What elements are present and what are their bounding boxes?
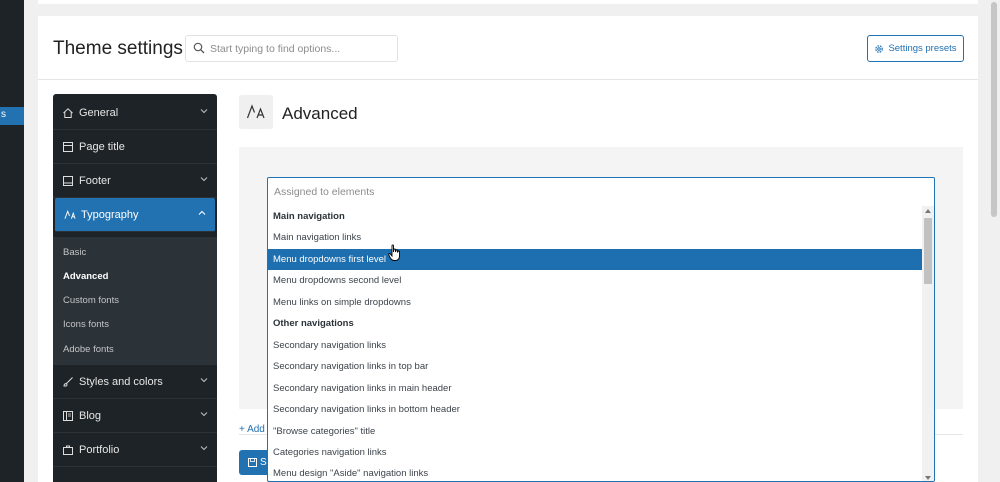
search-icon (193, 42, 205, 54)
portfolio-icon (62, 444, 74, 456)
sidebar-item-styles-and-colors[interactable]: Styles and colors (53, 365, 217, 399)
sidebar-item-blog[interactable]: Blog (53, 399, 217, 433)
chevron-down-icon (200, 177, 208, 182)
brush-icon (62, 376, 74, 388)
blog-icon (62, 410, 74, 422)
scroll-down-arrow-icon[interactable] (925, 476, 931, 480)
dropdown-option[interactable]: Secondary navigation links in bottom hea… (268, 399, 922, 420)
dropdown-option[interactable]: Menu design "Aside" navigation links (268, 463, 922, 481)
sidebar-item-portfolio[interactable]: Portfolio (53, 433, 217, 467)
submenu-item-adobe-fonts[interactable]: Adobe fonts (63, 344, 114, 355)
plus-icon: + (239, 424, 248, 435)
section-title: Advanced (282, 104, 358, 123)
dropdown-option[interactable]: Menu dropdowns first level (268, 248, 922, 270)
dropdown-option[interactable]: Main navigation links (268, 227, 922, 248)
footer-icon (62, 175, 74, 187)
chevron-down-icon (200, 378, 208, 383)
option-group-label: Other navigations (273, 318, 354, 330)
assigned-elements-options: Main navigation Main navigation links Menu… (268, 206, 922, 481)
assigned-elements-input[interactable] (274, 184, 914, 200)
sidebar-item-label: Footer (79, 174, 111, 187)
chevron-up-icon (198, 210, 206, 215)
typography-icon (64, 209, 76, 221)
save-icon (248, 458, 257, 467)
scrollbar-thumb[interactable] (924, 218, 932, 284)
page-title: Theme settings (53, 38, 183, 59)
dropdown-option[interactable]: "Browse categories" title (268, 421, 922, 442)
dropdown-scrollbar[interactable] (922, 206, 934, 481)
gear-icon (875, 44, 884, 53)
sidebar-item-label: Blog (79, 409, 102, 422)
dropdown-option[interactable]: Menu dropdowns second level (268, 270, 922, 291)
chevron-down-icon (200, 412, 208, 417)
sidebar-item-label: Styles and colors (79, 375, 163, 388)
advanced-section-icon (239, 95, 273, 129)
page-scrollbar[interactable] (988, 0, 1000, 482)
wp-admin-menu-active-label: s (1, 109, 6, 120)
sidebar-item-label: Page title (79, 140, 125, 153)
sidebar-item-label: Typography (81, 208, 139, 221)
settings-presets-button[interactable]: Settings presets (867, 35, 964, 62)
chevron-down-icon (200, 446, 208, 451)
save-label: S (260, 457, 267, 468)
top-band (38, 0, 978, 4)
dropdown-option[interactable]: Categories navigation links (268, 442, 922, 463)
settings-presets-label: Settings presets (888, 43, 957, 54)
add-rule-link[interactable]: + Add (239, 424, 265, 435)
search-input[interactable] (210, 40, 390, 58)
dropdown-option[interactable]: Secondary navigation links in main heade… (268, 378, 922, 399)
submenu-item-custom-fonts[interactable]: Custom fonts (63, 295, 119, 306)
wp-admin-menu-pointer (24, 108, 32, 124)
submenu-item-icons-fonts[interactable]: Icons fonts (63, 319, 109, 330)
submenu-item-advanced[interactable]: Advanced (63, 271, 108, 282)
settings-header: Theme settings Settings presets (38, 16, 978, 80)
home-icon (62, 107, 74, 119)
typography-submenu: Basic Advanced Custom fonts Icons fonts … (53, 237, 217, 365)
typography-icon (246, 104, 265, 119)
dropdown-option[interactable]: Menu links on simple dropdowns (268, 292, 922, 313)
submenu-item-basic[interactable]: Basic (63, 247, 86, 258)
page-title-icon (62, 141, 74, 153)
sidebar-item-label: General (79, 106, 119, 119)
wp-admin-menu (0, 0, 24, 482)
settings-sidebar: General Page title Footer Typography Bas… (53, 94, 217, 482)
add-rule-label: Add (247, 424, 265, 435)
dropdown-option[interactable]: Secondary navigation links in top bar (268, 356, 922, 377)
sidebar-item-typography[interactable]: Typography (55, 198, 215, 232)
option-group-label: Main navigation (273, 211, 345, 222)
hand-cursor-icon (388, 244, 400, 261)
scroll-up-arrow-icon[interactable] (925, 209, 931, 213)
sidebar-item-footer[interactable]: Footer (53, 164, 217, 198)
assigned-elements-select[interactable]: Main navigationMain navigation linksMenu… (267, 177, 935, 482)
sidebar-item-label: Portfolio (79, 443, 120, 456)
sidebar-item-general[interactable]: General (53, 96, 217, 130)
options-search[interactable] (185, 35, 398, 62)
chevron-down-icon (200, 109, 208, 114)
dropdown-option[interactable]: Secondary navigation links (268, 335, 922, 356)
page-scrollbar-thumb[interactable] (991, 2, 997, 217)
sidebar-item-page-title[interactable]: Page title (53, 130, 217, 164)
